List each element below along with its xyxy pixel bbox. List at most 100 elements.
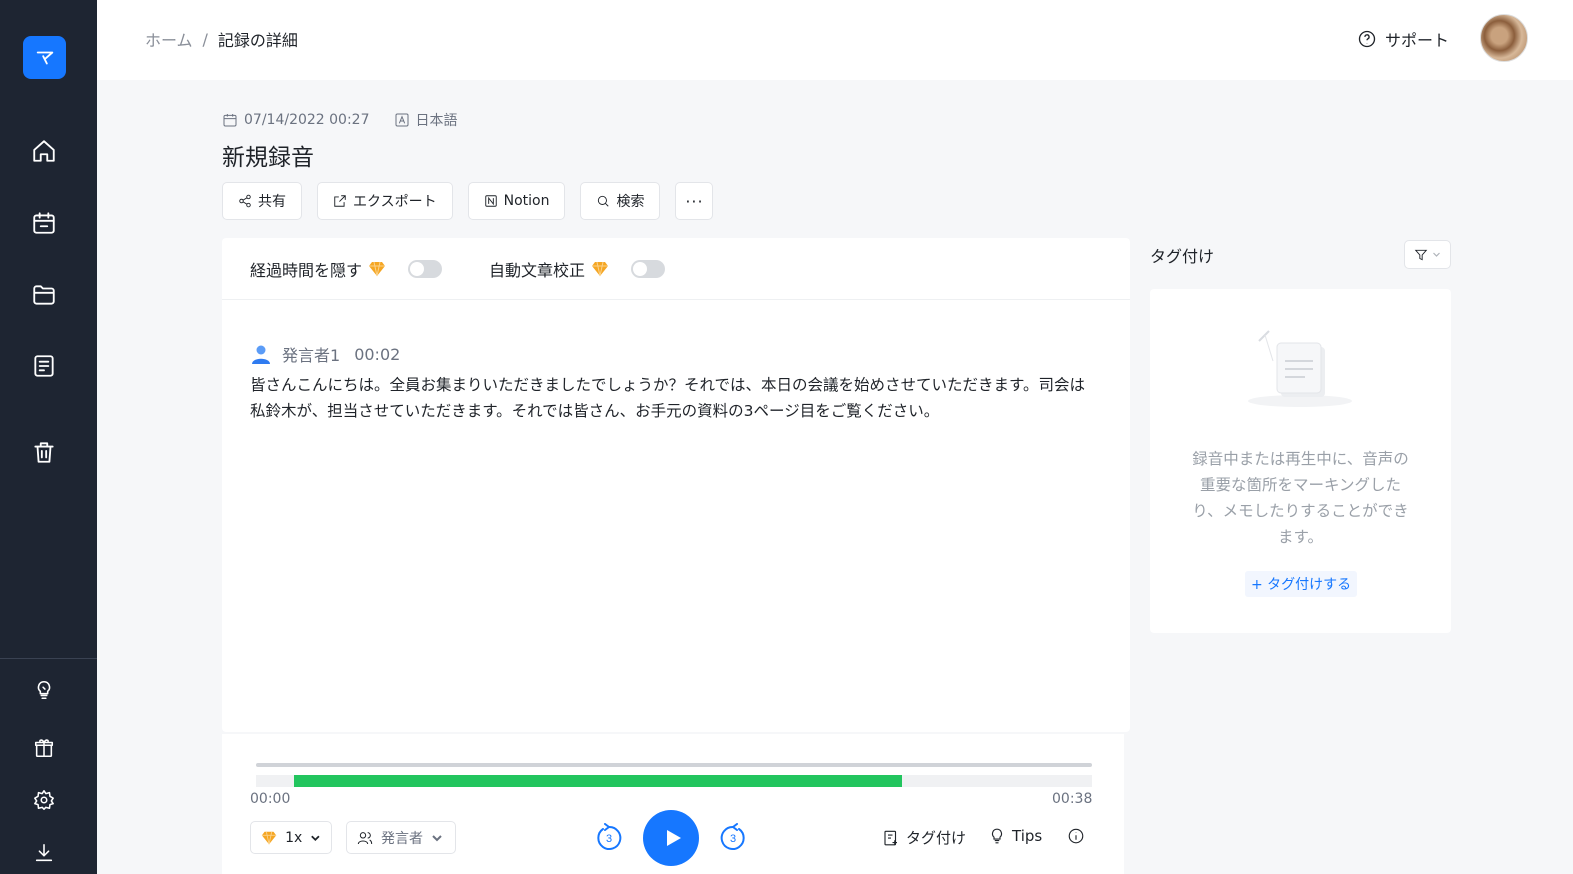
record-meta: 07/14/2022 00:27 日本語: [222, 110, 458, 130]
export-label: エクスポート: [353, 194, 437, 210]
search-button[interactable]: 検索: [580, 182, 661, 220]
skip-back-icon[interactable]: 3: [595, 823, 623, 851]
nav-home[interactable]: [29, 136, 59, 166]
support-label: サポート: [1385, 31, 1450, 50]
notion-button[interactable]: Notion: [467, 182, 566, 220]
gift-icon: [34, 739, 54, 758]
nav-trash[interactable]: [29, 437, 59, 467]
help-circle-icon: [1358, 30, 1376, 48]
export-button[interactable]: エクスポート: [317, 182, 453, 220]
seek-bar[interactable]: [256, 763, 1092, 767]
chevron-down-icon: [1433, 252, 1440, 257]
export-icon: [334, 195, 346, 207]
download-icon: [35, 843, 53, 862]
auto-correct-label: 自動文章校正: [489, 260, 586, 280]
page-title: 新規録音: [222, 145, 314, 171]
hide-elapsed-toggle[interactable]: [408, 259, 443, 278]
premium-gem-icon: [592, 261, 609, 276]
app-logo[interactable]: [23, 36, 66, 79]
playback-speed-select[interactable]: 1x: [250, 821, 332, 854]
filter-icon: [1414, 249, 1428, 260]
breadcrumb-home[interactable]: ホーム: [145, 27, 193, 51]
document-list-icon: [34, 355, 54, 377]
home-icon: [33, 140, 55, 162]
share-button[interactable]: 共有: [222, 182, 302, 220]
audio-player: 00:00 00:38 1x 発言者 3 3 タグ付け Tips: [222, 734, 1124, 874]
speaker-name[interactable]: 発言者1: [282, 342, 340, 366]
support-link[interactable]: サポート: [1357, 27, 1449, 51]
lightbulb-icon: [991, 828, 1003, 844]
speaker-filter-select[interactable]: 発言者: [346, 821, 456, 854]
gear-icon: [34, 790, 54, 810]
chevron-down-icon: [432, 834, 442, 841]
tag-empty-message: 録音中または再生中に、音声の重要な箇所をマーキングしたり、メモしたりすることがで…: [1192, 450, 1409, 546]
speaker-avatar-icon: [252, 345, 270, 364]
time-start: 00:00: [250, 791, 291, 807]
add-tag-button[interactable]: + タグ付けする: [1245, 571, 1358, 597]
transcript-speaker: 発言者1 00:02: [250, 342, 400, 366]
nav-gift[interactable]: [29, 733, 59, 763]
record-toolbar: 共有 エクスポート Notion 検索 ···: [222, 182, 714, 220]
hide-elapsed-label: 経過時間を隠す: [250, 260, 363, 280]
search-icon: [598, 195, 610, 207]
transcript-options: 経過時間を隠す 自動文章校正: [222, 238, 1130, 300]
skip-back-seconds: 3: [606, 833, 612, 845]
calendar-icon: [33, 212, 55, 234]
time-end: 00:38: [1052, 791, 1093, 807]
play-button[interactable]: [643, 810, 699, 866]
transcript-text[interactable]: 皆さんこんにちは。全員お集まりいただきましたでしょうか？それでは、本日の会議を始…: [250, 372, 1090, 424]
share-icon: [239, 194, 251, 208]
people-icon: [357, 831, 373, 844]
search-label: 検索: [616, 194, 645, 210]
tag-panel-title: タグ付け: [1150, 247, 1215, 266]
logo-icon: [36, 51, 53, 64]
trash-icon: [34, 442, 54, 463]
skip-forward-icon[interactable]: 3: [719, 823, 747, 851]
language-icon: [395, 113, 408, 127]
breadcrumb: ホーム / 記録の詳細: [145, 27, 298, 51]
playback-speed-value: 1x: [285, 829, 303, 846]
tips-label: Tips: [1012, 827, 1043, 845]
sidebar: [0, 0, 97, 874]
player-tag-label: タグ付け: [906, 829, 967, 847]
nav-settings[interactable]: [29, 785, 59, 815]
chevron-down-icon: [311, 835, 320, 841]
user-avatar[interactable]: [1480, 14, 1528, 62]
premium-gem-icon: [369, 261, 386, 276]
nav-calendar[interactable]: [29, 208, 59, 238]
folder-icon: [33, 285, 55, 305]
breadcrumb-separator: /: [202, 29, 208, 49]
waveform-progress: [293, 775, 903, 787]
more-button[interactable]: ···: [675, 182, 714, 220]
player-tag-button[interactable]: タグ付け: [882, 827, 966, 848]
info-button[interactable]: [1067, 827, 1085, 845]
share-label: 共有: [258, 194, 286, 210]
empty-notes-illustration: [1248, 330, 1352, 407]
auto-correct-option: 自動文章校正: [489, 257, 666, 281]
notion-label: Notion: [503, 193, 550, 209]
skip-forward-seconds: 3: [730, 833, 736, 845]
play-icon: [666, 830, 681, 846]
tag-add-icon: [884, 830, 897, 845]
sidebar-divider: [0, 658, 97, 659]
tag-filter-button[interactable]: [1404, 240, 1451, 269]
tips-button[interactable]: Tips: [988, 827, 1042, 845]
transcript-panel: 経過時間を隠す 自動文章校正 発言者1 00:02 皆さんこんにちは。全員お集ま…: [222, 238, 1130, 732]
info-icon: [1068, 828, 1084, 844]
speaker-filter-value: 発言者: [381, 830, 423, 847]
premium-gem-icon: [261, 831, 277, 844]
tag-panel: 録音中または再生中に、音声の重要な箇所をマーキングしたり、メモしたりすることがで…: [1150, 289, 1451, 633]
top-header: ホーム / 記録の詳細 サポート: [97, 0, 1573, 80]
breadcrumb-current: 記録の詳細: [217, 31, 298, 50]
calendar-clock-icon: [223, 114, 237, 127]
auto-correct-toggle[interactable]: [631, 259, 666, 278]
nav-folder[interactable]: [29, 280, 59, 310]
hide-elapsed-option: 経過時間を隠す: [250, 257, 443, 281]
nav-tips[interactable]: [29, 675, 59, 705]
lightbulb-icon: [37, 680, 51, 700]
notion-icon: [484, 195, 497, 207]
nav-download[interactable]: [29, 838, 59, 868]
record-datetime: 07/14/2022 00:27: [244, 112, 370, 128]
speaker-timestamp[interactable]: 00:02: [354, 345, 400, 364]
nav-documents[interactable]: [29, 351, 59, 381]
